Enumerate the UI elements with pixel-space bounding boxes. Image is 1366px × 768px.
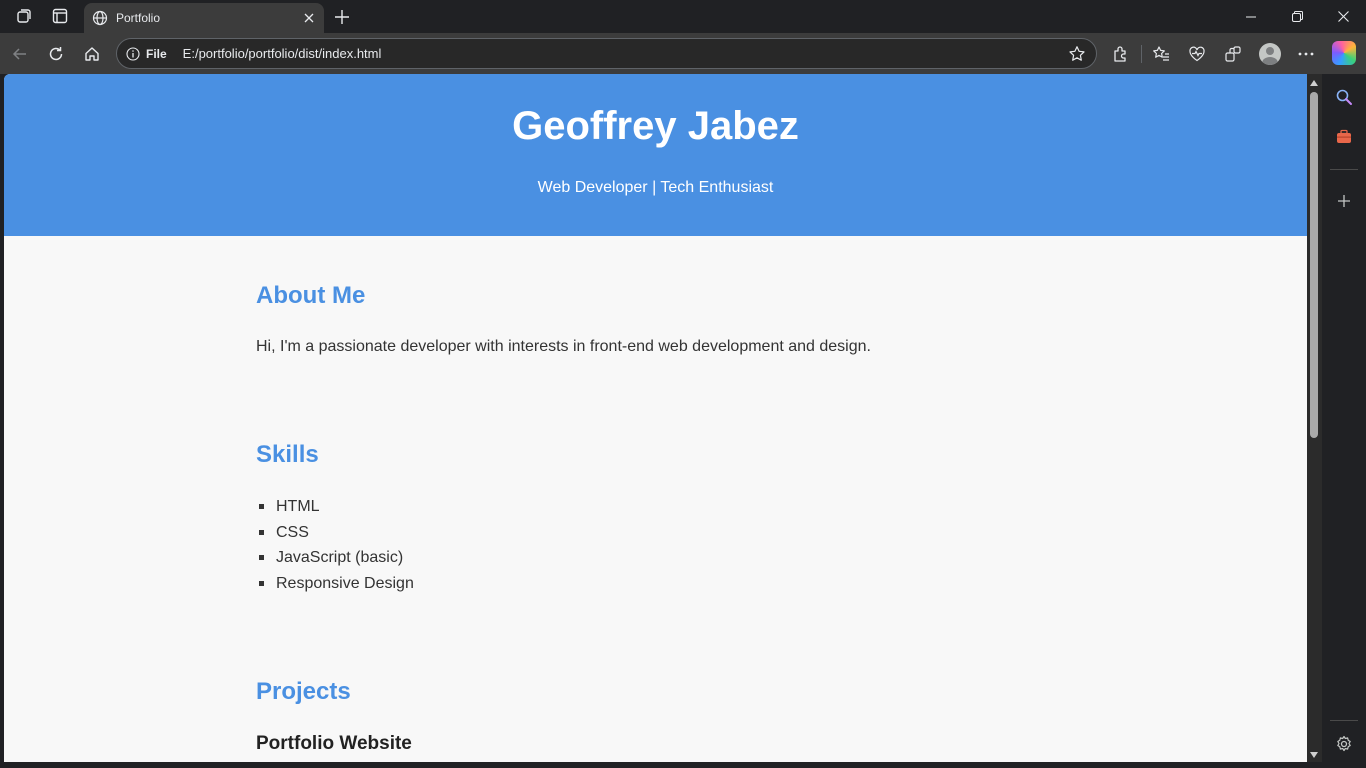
more-options-icon[interactable] xyxy=(1293,41,1319,67)
workspaces-icon[interactable] xyxy=(14,6,34,26)
scrollbar-thumb[interactable] xyxy=(1310,92,1318,438)
scroll-up-arrow-icon[interactable] xyxy=(1310,80,1318,86)
add-sidebar-app-icon[interactable] xyxy=(1333,190,1355,212)
security-label: File xyxy=(146,46,167,61)
sidebar-divider xyxy=(1330,720,1358,721)
tab-title: Portfolio xyxy=(116,11,161,25)
back-button[interactable] xyxy=(7,41,33,67)
profile-avatar[interactable] xyxy=(1259,43,1281,65)
list-item: HTML xyxy=(256,497,414,523)
sidebar-search-icon[interactable] xyxy=(1333,86,1355,108)
minimize-button[interactable] xyxy=(1228,0,1274,33)
vertical-tabs-icon[interactable] xyxy=(50,6,70,26)
skills-title: Skills xyxy=(256,441,319,468)
info-icon[interactable] xyxy=(126,46,140,61)
copilot-icon[interactable] xyxy=(1332,41,1356,65)
edge-sidebar xyxy=(1322,74,1366,768)
settings-gear-icon[interactable] xyxy=(1333,733,1355,755)
refresh-button[interactable] xyxy=(43,41,69,67)
title-bar: Portfolio xyxy=(0,0,1366,33)
favorite-star-icon[interactable] xyxy=(1067,44,1087,64)
about-text: Hi, I'm a passionate developer with inte… xyxy=(256,338,871,355)
list-item: CSS xyxy=(256,523,414,549)
sidebar-divider xyxy=(1330,169,1358,170)
about-title: About Me xyxy=(256,282,366,309)
projects-title: Projects xyxy=(256,678,351,705)
globe-icon xyxy=(92,10,108,26)
skills-list: HTML CSS JavaScript (basic) Responsive D… xyxy=(256,497,414,599)
close-tab-icon[interactable] xyxy=(298,7,320,29)
collections-icon[interactable] xyxy=(1220,41,1246,67)
hero-header: Geoffrey Jabez Web Developer | Tech Enth… xyxy=(4,74,1307,236)
hero-tagline: Web Developer | Tech Enthusiast xyxy=(537,179,774,196)
scroll-down-arrow-icon[interactable] xyxy=(1310,752,1318,758)
hero-name: Geoffrey Jabez xyxy=(512,104,799,148)
list-item: JavaScript (basic) xyxy=(256,548,414,574)
project-name: Portfolio Website xyxy=(256,733,412,754)
url-text[interactable]: E:/portfolio/portfolio/dist/index.html xyxy=(183,46,1067,61)
address-bar[interactable]: File E:/portfolio/portfolio/dist/index.h… xyxy=(116,38,1097,69)
extensions-icon[interactable] xyxy=(1108,41,1134,67)
toolbar-divider xyxy=(1141,45,1142,63)
new-tab-button[interactable] xyxy=(330,5,354,29)
home-button[interactable] xyxy=(79,41,105,67)
favorites-icon[interactable] xyxy=(1148,41,1174,67)
restore-button[interactable] xyxy=(1274,0,1320,33)
tools-briefcase-icon[interactable] xyxy=(1333,126,1355,148)
close-window-button[interactable] xyxy=(1320,0,1366,33)
page-scrollbar[interactable] xyxy=(1307,74,1322,762)
browser-essentials-icon[interactable] xyxy=(1184,41,1210,67)
page-viewport: Geoffrey Jabez Web Developer | Tech Enth… xyxy=(4,74,1307,762)
browser-toolbar: File E:/portfolio/portfolio/dist/index.h… xyxy=(0,33,1366,74)
list-item: Responsive Design xyxy=(256,574,414,600)
window-bottom-edge xyxy=(0,762,1322,768)
tab-portfolio[interactable]: Portfolio xyxy=(84,3,324,33)
